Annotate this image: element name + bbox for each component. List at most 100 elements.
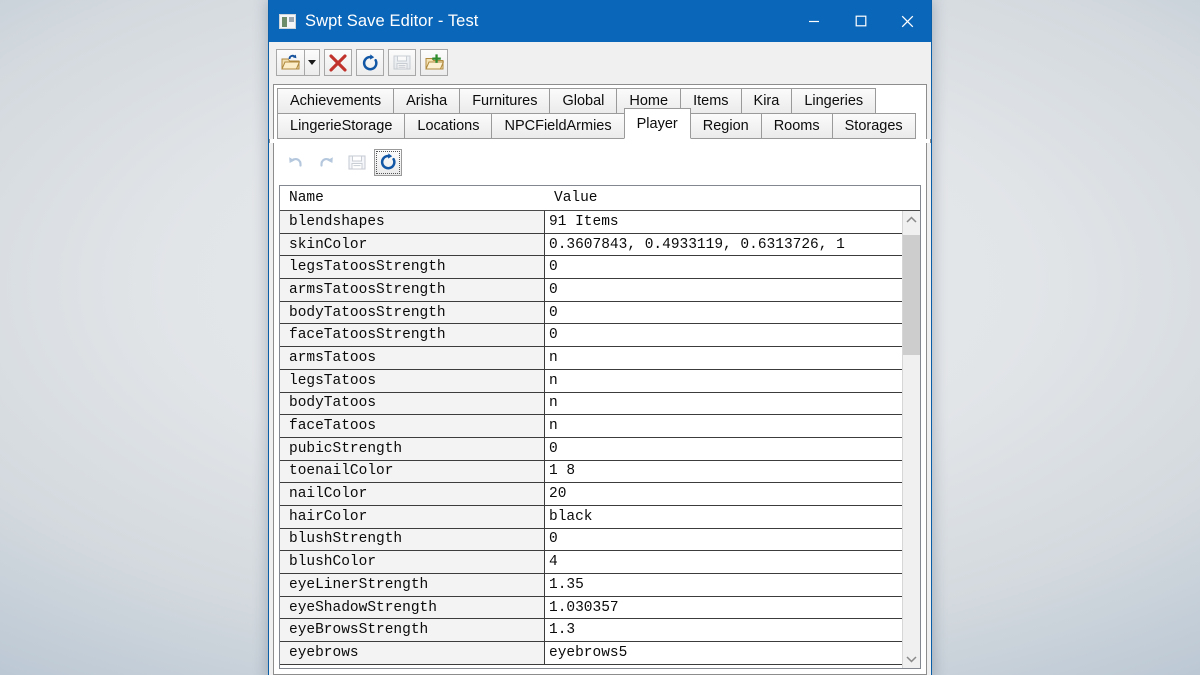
- table-row[interactable]: bodyTatoosn: [280, 393, 902, 416]
- cell-name[interactable]: blushColor: [280, 551, 545, 573]
- open-file-button[interactable]: [276, 49, 304, 76]
- new-folder-button[interactable]: [420, 49, 448, 76]
- cell-value[interactable]: 4: [545, 551, 902, 573]
- table-row[interactable]: armsTatoosn: [280, 347, 902, 370]
- cell-name[interactable]: eyeBrowsStrength: [280, 619, 545, 641]
- tab-furnitures[interactable]: Furnitures: [459, 88, 550, 114]
- vertical-scrollbar[interactable]: [902, 211, 920, 668]
- cell-value[interactable]: n: [545, 415, 902, 437]
- table-row[interactable]: armsTatoosStrength0: [280, 279, 902, 302]
- tab-global[interactable]: Global: [549, 88, 617, 114]
- close-button[interactable]: [884, 0, 931, 42]
- cell-name[interactable]: pubicStrength: [280, 438, 545, 460]
- table-row[interactable]: blushColor4: [280, 551, 902, 574]
- cell-value[interactable]: 1.35: [545, 574, 902, 596]
- cell-name[interactable]: faceTatoosStrength: [280, 324, 545, 346]
- cell-value[interactable]: 91 Items: [545, 211, 902, 233]
- tab-lingeriestorage[interactable]: LingerieStorage: [277, 113, 405, 139]
- cell-value[interactable]: n: [545, 347, 902, 369]
- cell-value[interactable]: 20: [545, 483, 902, 505]
- undo-button[interactable]: [281, 149, 309, 176]
- table-row[interactable]: faceTatoosn: [280, 415, 902, 438]
- grid-header-row: Name Value: [280, 186, 920, 211]
- reload-button[interactable]: [356, 49, 384, 76]
- open-file-dropdown-button[interactable]: [304, 49, 320, 76]
- cell-value[interactable]: 1.030357: [545, 597, 902, 619]
- cell-name[interactable]: armsTatoos: [280, 347, 545, 369]
- table-row[interactable]: skinColor0.3607843, 0.4933119, 0.6313726…: [280, 234, 902, 257]
- cell-name[interactable]: faceTatoos: [280, 415, 545, 437]
- tab-lingeries[interactable]: Lingeries: [791, 88, 876, 114]
- cell-name[interactable]: eyebrows: [280, 642, 545, 664]
- cell-name[interactable]: bodyTatoosStrength: [280, 302, 545, 324]
- cell-name[interactable]: bodyTatoos: [280, 393, 545, 415]
- table-row[interactable]: eyeShadowStrength1.030357: [280, 597, 902, 620]
- table-row[interactable]: blendshapes91 Items: [280, 211, 902, 234]
- grid-body-area: blendshapes91 ItemsskinColor0.3607843, 0…: [280, 211, 920, 668]
- table-row[interactable]: eyebrowseyebrows5: [280, 642, 902, 665]
- cell-name[interactable]: hairColor: [280, 506, 545, 528]
- table-row[interactable]: faceTatoosStrength0: [280, 324, 902, 347]
- save-tab-button[interactable]: [343, 149, 371, 176]
- cell-value[interactable]: black: [545, 506, 902, 528]
- cell-name[interactable]: toenailColor: [280, 461, 545, 483]
- cell-value[interactable]: n: [545, 370, 902, 392]
- cell-value[interactable]: n: [545, 393, 902, 415]
- cell-name[interactable]: eyeShadowStrength: [280, 597, 545, 619]
- redo-button[interactable]: [312, 149, 340, 176]
- scrollbar-track[interactable]: [903, 229, 920, 650]
- tab-rooms[interactable]: Rooms: [761, 113, 833, 139]
- cell-value[interactable]: 0: [545, 529, 902, 551]
- table-row[interactable]: legsTatoosStrength0: [280, 256, 902, 279]
- main-toolbar: [269, 42, 931, 84]
- cell-name[interactable]: blushStrength: [280, 529, 545, 551]
- tab-kira[interactable]: Kira: [741, 88, 793, 114]
- tab-locations[interactable]: Locations: [404, 113, 492, 139]
- tab-npcfieldarmies[interactable]: NPCFieldArmies: [491, 113, 624, 139]
- cell-value[interactable]: 0: [545, 324, 902, 346]
- cell-value[interactable]: 0.3607843, 0.4933119, 0.6313726, 1: [545, 234, 902, 256]
- cell-name[interactable]: armsTatoosStrength: [280, 279, 545, 301]
- cell-name[interactable]: skinColor: [280, 234, 545, 256]
- table-row[interactable]: toenailColor1 8: [280, 461, 902, 484]
- table-row[interactable]: nailColor20: [280, 483, 902, 506]
- cell-name[interactable]: legsTatoos: [280, 370, 545, 392]
- tab-achievements[interactable]: Achievements: [277, 88, 394, 114]
- column-header-value[interactable]: Value: [545, 186, 920, 210]
- cell-value[interactable]: 0: [545, 302, 902, 324]
- property-grid: Name Value blendshapes91 ItemsskinColor0…: [279, 185, 921, 669]
- cell-value[interactable]: 1 8: [545, 461, 902, 483]
- maximize-button[interactable]: [837, 0, 884, 42]
- tab-row-2: LingerieStorageLocationsNPCFieldArmiesPl…: [274, 113, 926, 139]
- tab-storages[interactable]: Storages: [832, 113, 916, 139]
- cell-value[interactable]: eyebrows5: [545, 642, 902, 664]
- table-row[interactable]: hairColorblack: [280, 506, 902, 529]
- column-header-name[interactable]: Name: [280, 186, 545, 210]
- tab-region[interactable]: Region: [690, 113, 762, 139]
- close-file-button[interactable]: [324, 49, 352, 76]
- minimize-button[interactable]: [790, 0, 837, 42]
- tab-player[interactable]: Player: [624, 108, 691, 139]
- table-row[interactable]: eyeLinerStrength1.35: [280, 574, 902, 597]
- table-row[interactable]: pubicStrength0: [280, 438, 902, 461]
- scroll-down-button[interactable]: [903, 650, 920, 668]
- cell-name[interactable]: eyeLinerStrength: [280, 574, 545, 596]
- save-button[interactable]: [388, 49, 416, 76]
- chevron-down-icon: [308, 60, 316, 65]
- table-row[interactable]: blushStrength0: [280, 529, 902, 552]
- cell-name[interactable]: blendshapes: [280, 211, 545, 233]
- table-row[interactable]: bodyTatoosStrength0: [280, 302, 902, 325]
- table-row[interactable]: legsTatoosn: [280, 370, 902, 393]
- cell-name[interactable]: nailColor: [280, 483, 545, 505]
- cell-value[interactable]: 1.3: [545, 619, 902, 641]
- cell-name[interactable]: legsTatoosStrength: [280, 256, 545, 278]
- refresh-tab-button[interactable]: [374, 149, 402, 176]
- scrollbar-thumb[interactable]: [903, 235, 920, 355]
- cell-value[interactable]: 0: [545, 438, 902, 460]
- scroll-up-button[interactable]: [903, 211, 920, 229]
- tab-arisha[interactable]: Arisha: [393, 88, 460, 114]
- cell-value[interactable]: 0: [545, 279, 902, 301]
- open-file-split-button[interactable]: [276, 49, 320, 76]
- table-row[interactable]: eyeBrowsStrength1.3: [280, 619, 902, 642]
- cell-value[interactable]: 0: [545, 256, 902, 278]
